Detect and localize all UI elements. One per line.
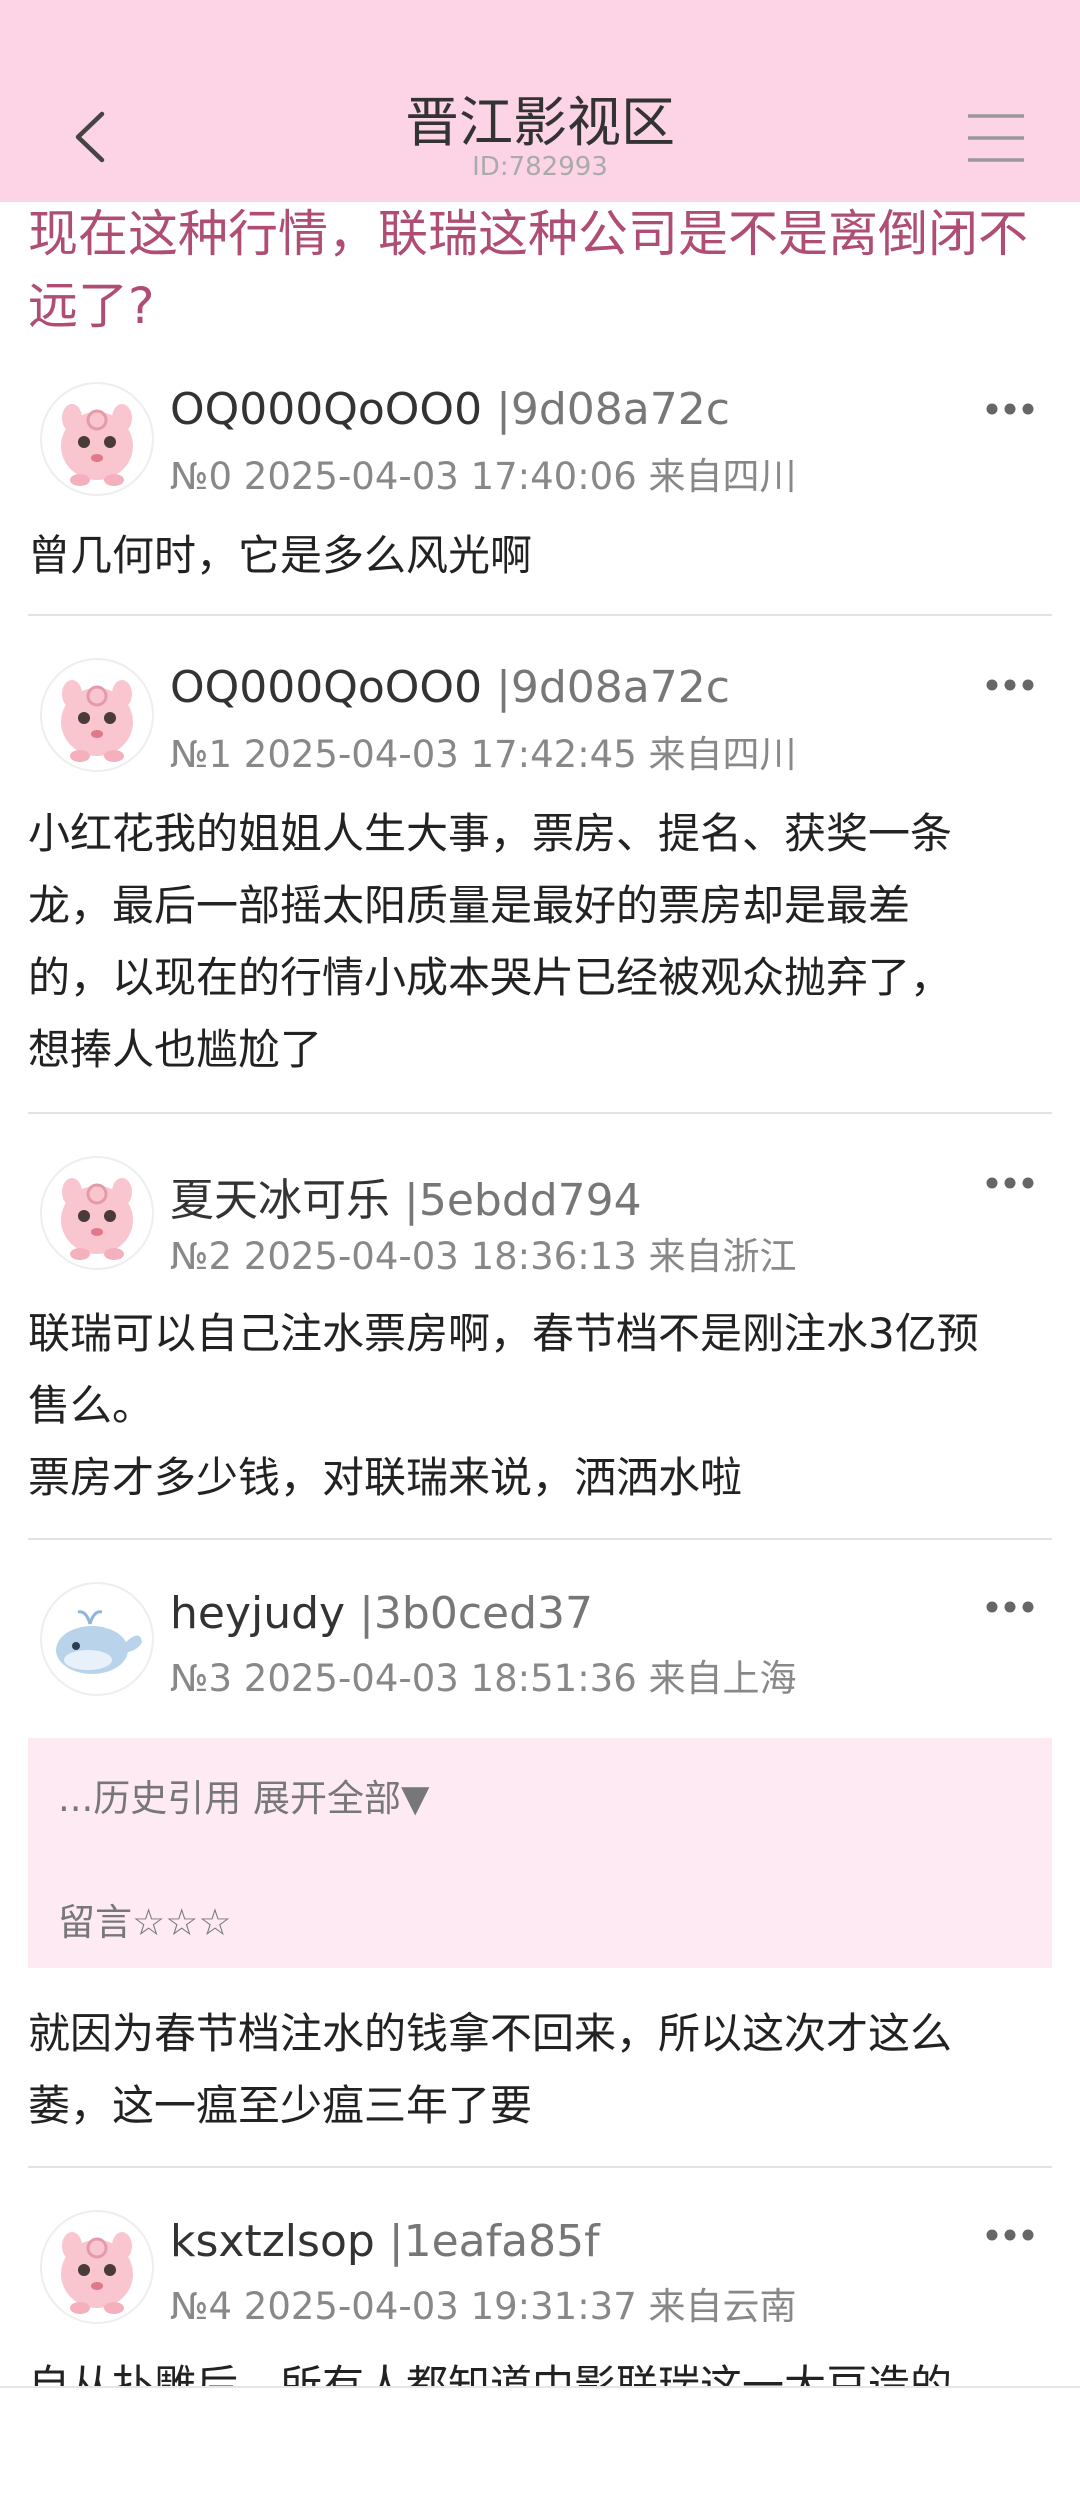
post-divider [28,614,1052,616]
hamburger-menu-icon [968,114,1024,162]
post-divider [28,2166,1052,2168]
user-avatar[interactable] [40,658,154,772]
post-body: 联瑞可以自己注水票房啊，春节档不是刚注水3亿预 售么。 票房才多少钱，对联瑞来说… [28,1298,1058,1514]
user-avatar[interactable] [40,1156,154,1270]
post-body-line: 自从扑雕后，所有人都知道中影联瑞这一大豆造的 [28,2361,953,2386]
quote-text: 留言☆☆☆ [58,1901,232,1944]
post-body-line: 联瑞可以自己注水票房啊，春节档不是刚注水3亿预 [28,1309,979,1358]
post-author[interactable]: ksxtzlsop |1eafa85f [170,2216,600,2267]
post-divider [28,1538,1052,1540]
post-body-line: 想捧人也尴尬了 [28,1025,323,1074]
post-body-line: 就因为春节档注水的钱拿不回来，所以这次才这么 [28,2009,953,2058]
top-navigation-bar: 晋江影视区 ID:782993 [0,0,1080,202]
ellipsis-icon [986,679,1034,691]
post-body: 就因为春节档注水的钱拿不回来，所以这次才这么 萎，这一瘟至少瘟三年了要 [28,1998,1058,2142]
user-hash: |9d08a72c [496,662,730,713]
user-hash: |3b0ced37 [359,1588,593,1639]
post-body-line: 龙，最后一部摇太阳质量是最好的票房却是最差 [28,881,911,930]
pink-puff-avatar-icon [61,2232,133,2314]
username[interactable]: 夏天冰可乐 [170,1175,390,1226]
username[interactable]: heyjudy [170,1588,345,1639]
post-body: 小红花我的姐姐人生大事，票房、提名、获奖一条 龙，最后一部摇太阳质量是最好的票房… [28,798,1058,1086]
post-author[interactable]: heyjudy |3b0ced37 [170,1588,593,1639]
username[interactable]: OQ000QoOO0 [170,662,482,713]
post-body-line: 曾几何时，它是多么风光啊 [28,531,533,580]
username[interactable]: ksxtzlsop [170,2216,375,2267]
pink-puff-avatar-icon [61,404,133,486]
post-body-line: 票房才多少钱，对联瑞来说，洒洒水啦 [28,1453,743,1502]
more-options-button[interactable] [982,1592,1038,1622]
post-author[interactable]: 夏天冰可乐 |5ebdd794 [170,1164,642,1228]
post-body: 自从扑雕后，所有人都知道中影联瑞这一大豆造的 [28,2356,1058,2386]
username[interactable]: OQ000QoOO0 [170,384,482,435]
more-options-button[interactable] [982,670,1038,700]
more-options-button[interactable] [982,2220,1038,2250]
more-options-button[interactable] [982,1168,1038,1198]
pink-puff-avatar-icon [61,1178,133,1260]
ellipsis-icon [986,1601,1034,1613]
post-body-line: 小红花我的姐姐人生大事，票房、提名、获奖一条 [28,809,953,858]
user-hash: |5ebdd794 [404,1175,642,1226]
blue-whale-avatar-icon [56,1610,142,1674]
post-author[interactable]: OQ000QoOO0 |9d08a72c [170,384,730,435]
quote-block: ...历史引用 展开全部▼ 留言☆☆☆ [28,1738,1052,1968]
post-body-line: 的，以现在的行情小成本哭片已经被观众抛弃了， [28,953,953,1002]
forum-title: 晋江影视区 [405,91,675,154]
thread-title: 现在这种行情，联瑞这种公司是不是离倒闭不远了? [28,205,1028,335]
post-body-line: 萎，这一瘟至少瘟三年了要 [28,2081,533,2130]
post-meta: №1 2025-04-03 17:42:45 来自四川 [170,733,797,776]
expand-history-quote-link[interactable]: ...历史引用 展开全部▼ [58,1768,430,1822]
user-avatar[interactable] [40,382,154,496]
post-divider [28,1112,1052,1114]
menu-button[interactable] [950,102,1042,172]
post-meta: №3 2025-04-03 18:51:36 来自上海 [170,1657,797,1700]
post-body: 曾几何时，它是多么风光啊 [28,520,1058,592]
bottom-bar [0,2386,1080,2520]
post-meta: №4 2025-04-03 19:31:37 来自云南 [170,2285,797,2328]
post-meta: №2 2025-04-03 18:36:13 来自浙江 [170,1235,797,1278]
user-hash: |1eafa85f [388,2216,600,2267]
post-meta: №0 2025-04-03 17:40:06 来自四川 [170,455,797,498]
post-body-line: 售么。 [28,1381,155,1430]
user-hash: |9d08a72c [496,384,730,435]
user-avatar[interactable] [40,2210,154,2324]
forum-id: ID:782993 [472,152,608,182]
ellipsis-icon [986,403,1034,415]
ellipsis-icon [986,2229,1034,2241]
ellipsis-icon [986,1177,1034,1189]
user-avatar[interactable] [40,1582,154,1696]
pink-puff-avatar-icon [61,680,133,762]
post-author[interactable]: OQ000QoOO0 |9d08a72c [170,662,730,713]
more-options-button[interactable] [982,394,1038,424]
